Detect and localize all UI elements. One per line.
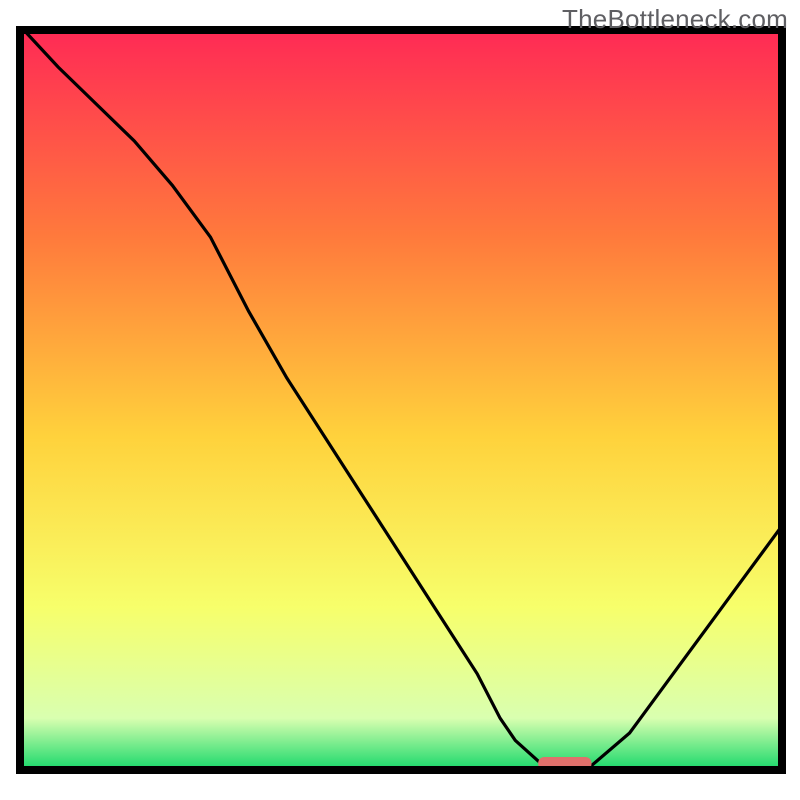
bottleneck-chart: TheBottleneck.com	[0, 0, 800, 800]
watermark-label: TheBottleneck.com	[562, 4, 788, 35]
chart-svg	[0, 0, 800, 800]
